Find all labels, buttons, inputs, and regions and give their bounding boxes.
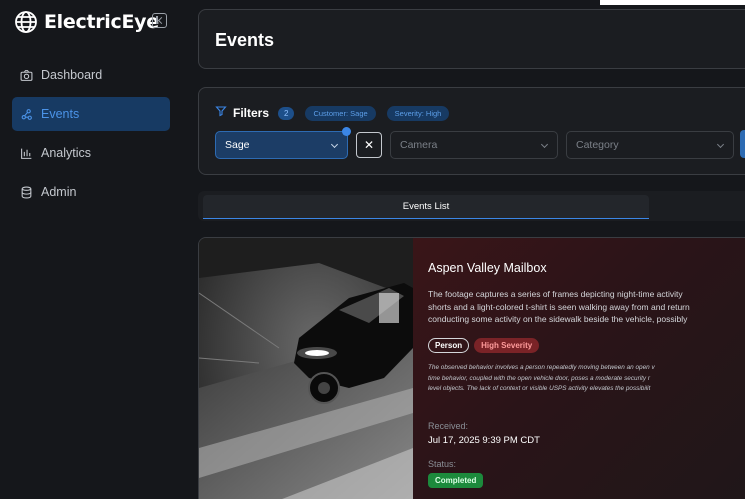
- filter-count-badge: 2: [278, 106, 295, 120]
- events-icon: [20, 108, 33, 121]
- status-badge: Completed: [428, 473, 484, 488]
- main-content: Events Filters 2 Customer: Sage Severity…: [180, 0, 745, 499]
- analysis-line: The observed behavior involves a person …: [428, 364, 655, 371]
- page-header: Events: [198, 9, 745, 69]
- received-value: Jul 17, 2025 9:39 PM CDT: [428, 435, 540, 446]
- chevron-down-icon: [716, 140, 725, 149]
- event-title: Aspen Valley Mailbox: [428, 261, 547, 275]
- chevron-down-icon: [540, 140, 549, 149]
- event-tags: Person High Severity: [428, 338, 540, 353]
- customer-select-value: Sage: [225, 139, 250, 151]
- analysis-line: level objects. The lack of context or vi…: [428, 385, 651, 392]
- event-description: The footage captures a series of frames …: [428, 288, 745, 326]
- camera-icon: [20, 69, 33, 82]
- status-label: Status:: [428, 459, 457, 469]
- sidebar-item-analytics[interactable]: Analytics: [12, 136, 170, 170]
- sidebar-item-events[interactable]: Events: [12, 97, 170, 131]
- analysis-line: time behavior, coupled with the open veh…: [428, 374, 651, 382]
- category-select-placeholder: Category: [576, 139, 619, 151]
- camera-select-placeholder: Camera: [400, 139, 438, 151]
- sidebar-nav: Dashboard Events Analytics Admin: [12, 58, 170, 214]
- sidebar-item-admin[interactable]: Admin: [12, 175, 170, 209]
- filter-icon: [215, 104, 227, 122]
- sidebar: ElectricEye Dashboard Events Analytics A…: [0, 0, 180, 499]
- sidebar-item-label: Dashboard: [41, 68, 103, 82]
- bar-chart-icon: [20, 147, 33, 160]
- category-select[interactable]: Category: [566, 131, 734, 159]
- person-tag: Person: [428, 338, 470, 353]
- active-filter-dot: [342, 127, 351, 136]
- sidebar-item-dashboard[interactable]: Dashboard: [12, 58, 170, 92]
- event-card[interactable]: Aspen Valley Mailbox The footage capture…: [198, 237, 745, 499]
- filters-panel: Filters 2 Customer: Sage Severity: High …: [198, 87, 745, 175]
- camera-select[interactable]: Camera: [390, 131, 558, 159]
- event-analysis: The observed behavior involves a person …: [428, 363, 745, 395]
- customer-select[interactable]: Sage: [215, 127, 351, 159]
- app-name: ElectricEye: [44, 11, 159, 33]
- view-tabs: Events List: [198, 191, 745, 221]
- description-line: conducting some activity on the sidewalk…: [428, 314, 688, 324]
- filter-chip-customer[interactable]: Customer: Sage: [305, 105, 376, 121]
- severity-tag: High Severity: [474, 338, 540, 353]
- database-icon: [20, 186, 33, 199]
- globe-logo-icon: [14, 10, 38, 34]
- event-details: Aspen Valley Mailbox The footage capture…: [413, 238, 745, 499]
- sidebar-item-label: Admin: [41, 185, 77, 199]
- page-title: Events: [215, 30, 275, 50]
- app-logo[interactable]: ElectricEye: [14, 8, 159, 36]
- received-label: Received:: [428, 421, 469, 431]
- filter-controls: Sage ✕ Camera Category: [215, 127, 734, 159]
- clear-customer-button[interactable]: ✕: [356, 132, 382, 158]
- tab-events-list[interactable]: Events List: [203, 195, 649, 219]
- chevron-down-icon: [330, 140, 339, 149]
- filter-chip-severity[interactable]: Severity: High: [386, 105, 450, 121]
- apply-button-edge[interactable]: [740, 130, 745, 158]
- description-line: shorts and a light-colored t-shirt is se…: [428, 301, 690, 312]
- window-gap: [600, 0, 745, 5]
- sidebar-item-label: Analytics: [41, 146, 92, 160]
- filters-header: Filters 2 Customer: Sage Severity: High: [215, 104, 450, 122]
- filters-label: Filters: [233, 106, 270, 120]
- collapse-sidebar-icon[interactable]: [152, 13, 167, 28]
- sidebar-item-label: Events: [41, 107, 80, 121]
- description-line: The footage captures a series of frames …: [428, 289, 683, 299]
- event-snapshot[interactable]: [199, 238, 413, 499]
